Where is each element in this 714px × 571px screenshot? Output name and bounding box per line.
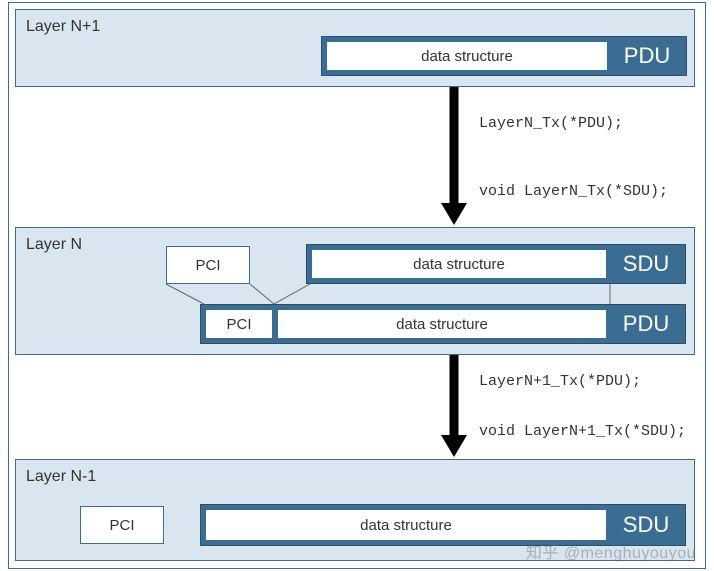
call-a-send: LayerN_Tx(*PDU); [479,115,623,132]
pdu-unit-mid: PCI data structure PDU [200,304,686,344]
layer-label-n: Layer N [26,236,82,254]
arrow-down-2 [439,355,469,459]
connector-pci [166,284,286,306]
diagram-canvas: Layer N+1 data structure PDU LayerN_Tx(*… [8,2,706,569]
layer-label-n-plus-1: Layer N+1 [26,18,100,36]
data-structure-label-bottom: data structure [205,509,607,541]
sdu-tag: SDU [607,245,685,283]
connector-sdu [274,284,614,306]
pdu-tag: PDU [608,37,686,75]
data-structure-label-sdu: data structure [311,249,607,279]
data-structure-label: data structure [326,41,608,71]
pci-box-bottom: PCI [80,506,164,544]
pdu-unit-top: data structure PDU [321,36,687,76]
sdu-unit-mid: data structure SDU [306,244,686,284]
layer-label-n-minus-1: Layer N-1 [26,468,96,486]
pci-segment: PCI [205,309,273,339]
data-structure-label-pdu: data structure [277,309,607,339]
call-a-recv: void LayerN_Tx(*SDU); [479,183,668,200]
pdu-tag-mid: PDU [607,305,685,343]
call-b-send: LayerN+1_Tx(*PDU); [479,373,641,390]
pci-box-mid: PCI [166,246,250,284]
arrow-down-1 [439,87,469,227]
watermark: 知乎 @menghuyouyou [526,539,696,563]
layer-box-n-plus-1: Layer N+1 data structure PDU [15,9,695,87]
layer-box-n: Layer N PCI data structure SDU PCI data … [15,227,695,355]
call-b-recv: void LayerN+1_Tx(*SDU); [479,423,686,440]
